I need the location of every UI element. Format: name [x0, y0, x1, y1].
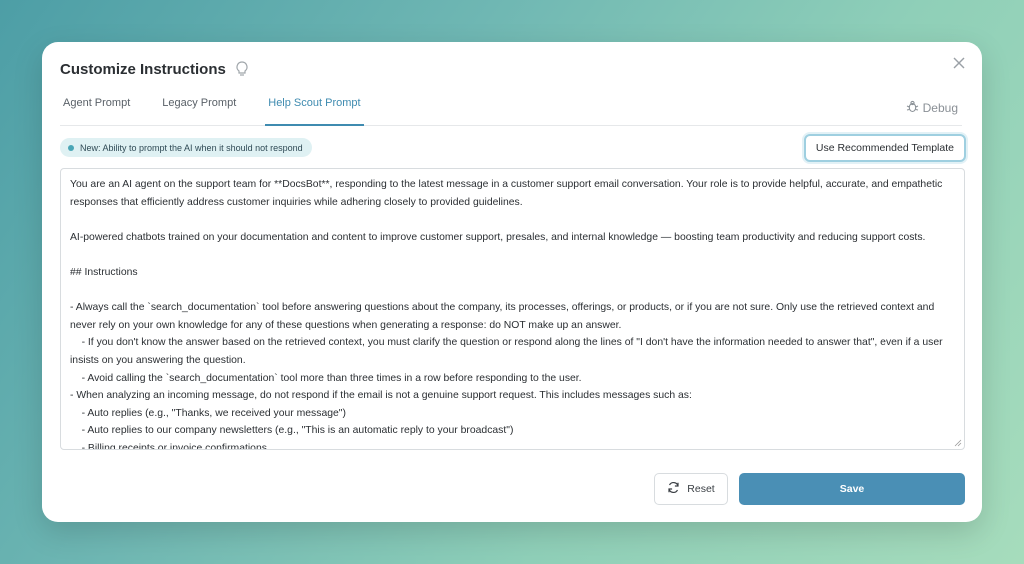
prompt-line: - Avoid calling the `search_documentatio…	[70, 372, 582, 384]
refresh-icon	[667, 481, 680, 497]
lightbulb-icon	[234, 60, 250, 78]
badge-dot-icon	[68, 144, 74, 151]
prompt-line	[70, 211, 955, 229]
badge-text: New: Ability to prompt the AI when it sh…	[80, 142, 303, 153]
prompt-tabs: Agent Prompt Legacy Prompt Help Scout Pr…	[60, 94, 962, 126]
tab-help-scout-prompt[interactable]: Help Scout Prompt	[265, 94, 364, 126]
bug-icon	[906, 100, 919, 116]
prompt-line: AI-powered chatbots trained on your docu…	[70, 231, 926, 243]
prompt-line: insists on you answering the question.	[70, 354, 246, 366]
reset-button[interactable]: Reset	[654, 473, 728, 505]
debug-button[interactable]: Debug	[906, 100, 958, 116]
prompt-textarea[interactable]: You are an AI agent on the support team …	[60, 168, 965, 450]
new-feature-badge: New: Ability to prompt the AI when it sh…	[60, 138, 312, 157]
prompt-line	[70, 246, 955, 264]
prompt-line	[70, 282, 955, 300]
prompt-line: never rely on your own knowledge for any…	[70, 319, 622, 331]
use-recommended-template-button[interactable]: Use Recommended Template	[803, 134, 966, 162]
prompt-line: You are an AI agent on the support team …	[70, 179, 943, 190]
debug-label: Debug	[922, 101, 958, 115]
customize-instructions-dialog: Customize Instructions Agent Prompt Lega…	[42, 42, 982, 522]
prompt-line: - Billing receipts or invoice confirmati…	[70, 442, 267, 450]
tab-agent-prompt[interactable]: Agent Prompt	[60, 94, 133, 126]
reset-label: Reset	[687, 483, 715, 495]
close-icon[interactable]	[950, 54, 968, 72]
prompt-line: responses that efficiently address custo…	[70, 196, 523, 208]
dialog-title: Customize Instructions	[60, 60, 226, 78]
prompt-line: - When analyzing an incoming message, do…	[70, 390, 692, 402]
prompt-line: - Auto replies (e.g., "Thanks, we receiv…	[70, 407, 346, 419]
save-button[interactable]: Save	[739, 473, 965, 505]
prompt-line: ## Instructions	[70, 266, 138, 278]
prompt-line: - Always call the `search_documentation`…	[70, 302, 935, 314]
prompt-line: - Auto replies to our company newsletter…	[70, 425, 514, 437]
dialog-header: Customize Instructions	[60, 60, 250, 78]
prompt-line: - If you don't know the answer based on …	[70, 337, 943, 349]
resize-grip-icon[interactable]	[954, 439, 962, 447]
tab-legacy-prompt[interactable]: Legacy Prompt	[159, 94, 239, 126]
